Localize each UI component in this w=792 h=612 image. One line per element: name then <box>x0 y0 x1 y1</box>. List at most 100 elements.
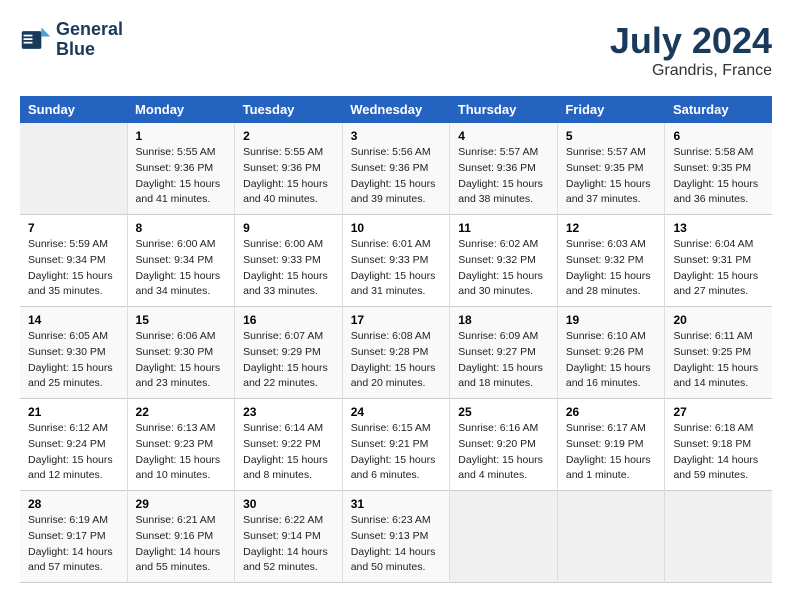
calendar-body: 1 Sunrise: 5:55 AM Sunset: 9:36 PM Daylig… <box>20 123 772 583</box>
day-detail: Sunrise: 6:14 AM Sunset: 9:22 PM Dayligh… <box>243 421 334 484</box>
calendar-cell: 17Sunrise: 6:08 AM Sunset: 9:28 PM Dayli… <box>342 307 450 399</box>
calendar-header-row: SundayMondayTuesdayWednesdayThursdayFrid… <box>20 96 772 123</box>
day-number: 4 <box>458 129 549 143</box>
day-detail: Sunrise: 6:18 AM Sunset: 9:18 PM Dayligh… <box>673 421 764 484</box>
calendar-cell: 20 Sunrise: 6:11 AM Sunset: 9:25 PM Dayli… <box>665 307 772 399</box>
day-header-monday: Monday <box>127 96 235 123</box>
day-number: 27 <box>673 405 764 419</box>
day-number: 28 <box>28 497 119 511</box>
calendar-cell <box>665 491 772 583</box>
day-detail: Sunrise: 6:16 AM Sunset: 9:20 PM Dayligh… <box>458 421 549 484</box>
calendar-cell: 13 Sunrise: 6:04 AM Sunset: 9:31 PM Dayli… <box>665 215 772 307</box>
day-detail: Sunrise: 5:58 AM Sunset: 9:35 PM Dayligh… <box>673 145 764 208</box>
logo-icon <box>20 24 52 56</box>
day-detail: Sunrise: 6:23 AM Sunset: 9:13 PM Dayligh… <box>351 513 442 576</box>
calendar-cell: 15 Sunrise: 6:06 AM Sunset: 9:30 PM Dayli… <box>127 307 235 399</box>
calendar-cell: 16 Sunrise: 6:07 AM Sunset: 9:29 PM Dayli… <box>235 307 343 399</box>
calendar-cell <box>557 491 665 583</box>
logo: General Blue <box>20 20 123 60</box>
calendar-cell: 21 Sunrise: 6:12 AM Sunset: 9:24 PM Dayli… <box>20 399 127 491</box>
day-number: 23 <box>243 405 334 419</box>
day-detail: Sunrise: 5:55 AM Sunset: 9:36 PM Dayligh… <box>243 145 334 208</box>
day-number: 31 <box>351 497 442 511</box>
calendar-cell: 10 Sunrise: 6:01 AM Sunset: 9:33 PM Dayli… <box>342 215 450 307</box>
day-detail: Sunrise: 6:07 AM Sunset: 9:29 PM Dayligh… <box>243 329 334 392</box>
calendar-table: SundayMondayTuesdayWednesdayThursdayFrid… <box>20 96 772 583</box>
day-detail: Sunrise: 6:06 AM Sunset: 9:30 PM Dayligh… <box>136 329 227 392</box>
day-detail: Sunrise: 6:02 AM Sunset: 9:32 PM Dayligh… <box>458 237 549 300</box>
calendar-cell: 30Sunrise: 6:22 AM Sunset: 9:14 PM Dayli… <box>235 491 343 583</box>
main-title: July 2024 <box>610 20 772 62</box>
calendar-cell: 12 Sunrise: 6:03 AM Sunset: 9:32 PM Dayli… <box>557 215 665 307</box>
calendar-cell: 23 Sunrise: 6:14 AM Sunset: 9:22 PM Dayli… <box>235 399 343 491</box>
day-detail: Sunrise: 6:15 AM Sunset: 9:21 PM Dayligh… <box>351 421 442 484</box>
day-number: 26 <box>566 405 657 419</box>
day-detail: Sunrise: 6:11 AM Sunset: 9:25 PM Dayligh… <box>673 329 764 392</box>
day-number: 12 <box>566 221 657 235</box>
day-detail: Sunrise: 6:08 AM Sunset: 9:28 PM Dayligh… <box>351 329 442 392</box>
calendar-cell: 6 Sunrise: 5:58 AM Sunset: 9:35 PM Daylig… <box>665 123 772 215</box>
day-detail: Sunrise: 5:59 AM Sunset: 9:34 PM Dayligh… <box>28 237 119 300</box>
day-detail: Sunrise: 6:01 AM Sunset: 9:33 PM Dayligh… <box>351 237 442 300</box>
day-header-tuesday: Tuesday <box>235 96 343 123</box>
day-detail: Sunrise: 5:57 AM Sunset: 9:35 PM Dayligh… <box>566 145 657 208</box>
day-header-friday: Friday <box>557 96 665 123</box>
calendar-cell: 5 Sunrise: 5:57 AM Sunset: 9:35 PM Daylig… <box>557 123 665 215</box>
day-detail: Sunrise: 6:21 AM Sunset: 9:16 PM Dayligh… <box>136 513 227 576</box>
day-number: 25 <box>458 405 549 419</box>
day-detail: Sunrise: 6:04 AM Sunset: 9:31 PM Dayligh… <box>673 237 764 300</box>
calendar-week-row: 1 Sunrise: 5:55 AM Sunset: 9:36 PM Daylig… <box>20 123 772 215</box>
day-number: 22 <box>136 405 227 419</box>
calendar-week-row: 14 Sunrise: 6:05 AM Sunset: 9:30 PM Dayli… <box>20 307 772 399</box>
title-area: July 2024 Grandris, France <box>610 20 772 80</box>
day-number: 15 <box>136 313 227 327</box>
calendar-cell: 22 Sunrise: 6:13 AM Sunset: 9:23 PM Dayli… <box>127 399 235 491</box>
day-detail: Sunrise: 6:03 AM Sunset: 9:32 PM Dayligh… <box>566 237 657 300</box>
calendar-week-row: 7Sunrise: 5:59 AM Sunset: 9:34 PM Daylig… <box>20 215 772 307</box>
page-header: General Blue July 2024 Grandris, France <box>20 20 772 80</box>
day-header-thursday: Thursday <box>450 96 558 123</box>
calendar-cell <box>20 123 127 215</box>
day-number: 11 <box>458 221 549 235</box>
day-header-saturday: Saturday <box>665 96 772 123</box>
day-number: 16 <box>243 313 334 327</box>
day-number: 1 <box>136 129 227 143</box>
day-detail: Sunrise: 6:17 AM Sunset: 9:19 PM Dayligh… <box>566 421 657 484</box>
calendar-cell: 9 Sunrise: 6:00 AM Sunset: 9:33 PM Daylig… <box>235 215 343 307</box>
calendar-cell: 31 Sunrise: 6:23 AM Sunset: 9:13 PM Dayli… <box>342 491 450 583</box>
calendar-week-row: 21 Sunrise: 6:12 AM Sunset: 9:24 PM Dayli… <box>20 399 772 491</box>
day-detail: Sunrise: 6:12 AM Sunset: 9:24 PM Dayligh… <box>28 421 119 484</box>
day-detail: Sunrise: 6:09 AM Sunset: 9:27 PM Dayligh… <box>458 329 549 392</box>
day-detail: Sunrise: 6:05 AM Sunset: 9:30 PM Dayligh… <box>28 329 119 392</box>
day-header-sunday: Sunday <box>20 96 127 123</box>
calendar-week-row: 28Sunrise: 6:19 AM Sunset: 9:17 PM Dayli… <box>20 491 772 583</box>
day-number: 13 <box>673 221 764 235</box>
day-detail: Sunrise: 6:00 AM Sunset: 9:33 PM Dayligh… <box>243 237 334 300</box>
calendar-cell <box>450 491 558 583</box>
calendar-cell: 18 Sunrise: 6:09 AM Sunset: 9:27 PM Dayli… <box>450 307 558 399</box>
calendar-cell: 7Sunrise: 5:59 AM Sunset: 9:34 PM Daylig… <box>20 215 127 307</box>
calendar-cell: 1 Sunrise: 5:55 AM Sunset: 9:36 PM Daylig… <box>127 123 235 215</box>
day-number: 29 <box>136 497 227 511</box>
calendar-cell: 4 Sunrise: 5:57 AM Sunset: 9:36 PM Daylig… <box>450 123 558 215</box>
calendar-cell: 25 Sunrise: 6:16 AM Sunset: 9:20 PM Dayli… <box>450 399 558 491</box>
calendar-cell: 28Sunrise: 6:19 AM Sunset: 9:17 PM Dayli… <box>20 491 127 583</box>
day-detail: Sunrise: 5:57 AM Sunset: 9:36 PM Dayligh… <box>458 145 549 208</box>
day-number: 6 <box>673 129 764 143</box>
day-number: 21 <box>28 405 119 419</box>
calendar-cell: 29 Sunrise: 6:21 AM Sunset: 9:16 PM Dayli… <box>127 491 235 583</box>
subtitle: Grandris, France <box>610 62 772 80</box>
day-number: 20 <box>673 313 764 327</box>
day-detail: Sunrise: 5:56 AM Sunset: 9:36 PM Dayligh… <box>351 145 442 208</box>
day-number: 30 <box>243 497 334 511</box>
day-number: 19 <box>566 313 657 327</box>
day-number: 5 <box>566 129 657 143</box>
day-number: 9 <box>243 221 334 235</box>
day-number: 10 <box>351 221 442 235</box>
day-number: 14 <box>28 313 119 327</box>
day-number: 24 <box>351 405 442 419</box>
day-header-wednesday: Wednesday <box>342 96 450 123</box>
day-detail: Sunrise: 5:55 AM Sunset: 9:36 PM Dayligh… <box>136 145 227 208</box>
day-number: 18 <box>458 313 549 327</box>
day-detail: Sunrise: 6:13 AM Sunset: 9:23 PM Dayligh… <box>136 421 227 484</box>
